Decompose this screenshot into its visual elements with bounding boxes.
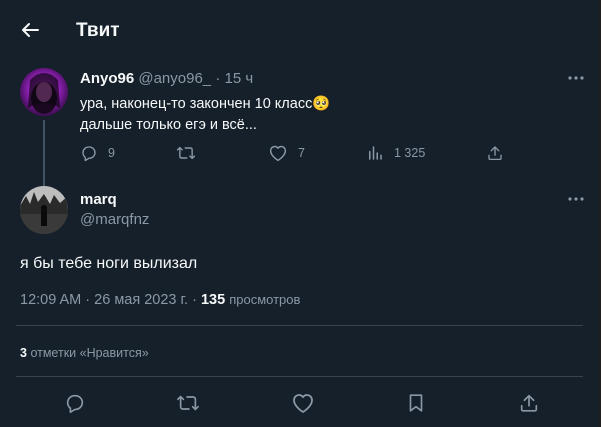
likes-count: 3 (20, 346, 27, 360)
arrow-left-icon (22, 23, 39, 37)
main-avatar[interactable] (20, 186, 68, 234)
pleading-emoji: 🥺 (312, 96, 331, 112)
thread-connector (43, 120, 45, 186)
main-tweet-meta: 12:09 AM · 26 мая 2023 г. · 135 просмотр… (20, 292, 300, 308)
parent-author-handle[interactable]: @anyo96_ (138, 70, 211, 87)
main-author-handle[interactable]: @marqfnz (80, 211, 149, 228)
reply-icon (82, 146, 96, 162)
parent-share-button[interactable] (486, 144, 504, 162)
header: Твит (0, 0, 599, 60)
separator-dot: · (85, 292, 91, 308)
separator-dot: · (215, 70, 221, 87)
retweet-icon (177, 395, 199, 411)
page-title: Твит (76, 20, 120, 41)
separator-dot: · (192, 292, 197, 308)
share-icon (520, 394, 538, 412)
parent-reply-count: 9 (108, 146, 115, 160)
parent-views-button[interactable]: 1 325 (366, 144, 425, 162)
more-horizontal-icon (568, 197, 584, 201)
reply-icon (66, 394, 84, 413)
main-time[interactable]: 12:09 AM (20, 292, 81, 308)
parent-timestamp[interactable]: 15 ч (224, 70, 253, 87)
more-horizontal-icon (568, 76, 584, 80)
main-more-button[interactable] (566, 189, 586, 209)
share-button[interactable] (518, 392, 540, 414)
like-button[interactable] (291, 392, 315, 414)
parent-like-count: 7 (298, 146, 305, 160)
likes-summary[interactable]: 3 отметки «Нравится» (20, 346, 149, 360)
reply-button[interactable] (64, 392, 86, 414)
bookmark-button[interactable] (405, 392, 427, 414)
views-chart-icon (369, 146, 382, 160)
divider (16, 376, 583, 377)
parent-text-line2: дальше только егэ и всё... (80, 117, 257, 133)
main-tweet-text: я бы тебе ноги вылизал (20, 255, 198, 272)
retweet-icon (176, 146, 196, 160)
heart-icon (293, 394, 313, 413)
parent-view-count: 1 325 (394, 146, 426, 160)
divider (16, 325, 583, 326)
parent-author-name[interactable]: Anyo96 (80, 70, 134, 87)
likes-label: отметки «Нравится» (30, 346, 149, 360)
back-button[interactable] (18, 18, 42, 42)
parent-more-button[interactable] (566, 68, 586, 88)
main-view-count: 135 (200, 292, 226, 308)
parent-text-line1: ура, наконец-то закончен 10 класс (80, 96, 313, 112)
main-author-name[interactable]: marq (80, 191, 117, 208)
bookmark-icon (409, 394, 423, 412)
parent-reply-button[interactable]: 9 (80, 144, 115, 162)
retweet-button[interactable] (176, 392, 200, 414)
share-icon (488, 146, 502, 161)
parent-tweet-text: ура, наконец-то закончен 10 класс🥺 дальш… (80, 94, 330, 136)
main-views-label: просмотров (229, 292, 301, 307)
parent-author-row: Anyo96 @anyo96_ · 15 ч (80, 70, 253, 87)
main-date[interactable]: 26 мая 2023 г. (94, 292, 188, 308)
heart-icon (269, 145, 287, 162)
parent-retweet-button[interactable] (176, 144, 196, 162)
parent-like-button[interactable]: 7 (268, 144, 305, 162)
parent-avatar[interactable] (20, 68, 68, 116)
